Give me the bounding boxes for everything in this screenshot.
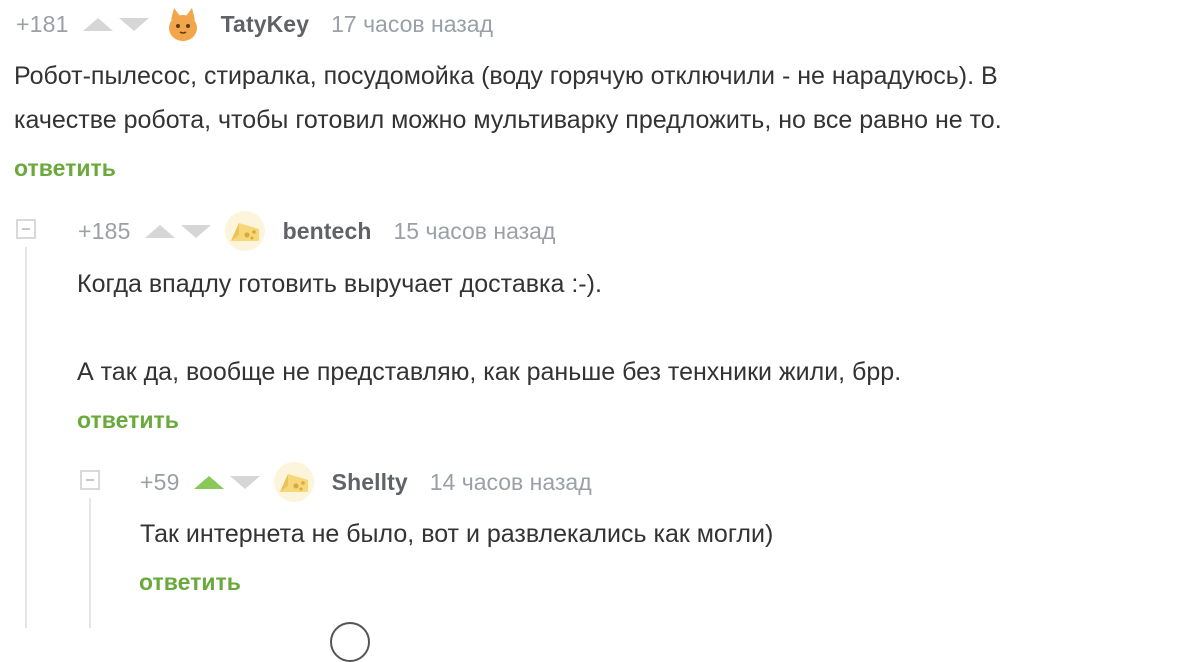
reply-button[interactable]: ответить — [14, 155, 116, 182]
comment-text-line: Так интернета не было, вот и развлекалис… — [140, 520, 774, 548]
comment-thread: +181 TatyKey 17 часов назад Робот-пылесо… — [0, 0, 1200, 662]
username[interactable]: bentech — [283, 218, 372, 245]
comment-rating: +59 — [140, 468, 180, 495]
comment-header: +59 Shellty 14 часов назад — [140, 462, 592, 502]
username[interactable]: Shellty — [332, 469, 408, 496]
comment-text-line: А так да, вообще не представляю, как ран… — [77, 358, 902, 386]
comment-rating: +181 — [16, 10, 69, 37]
next-comment-avatar-icon[interactable] — [330, 622, 370, 662]
downvote-icon[interactable] — [229, 475, 260, 489]
cheese-avatar-icon[interactable] — [224, 211, 265, 251]
comment-text: Робот-пылесос, стиралка, посудомойка (во… — [14, 54, 1002, 142]
collapse-icon[interactable] — [16, 219, 36, 239]
comment-rating: +185 — [78, 217, 131, 244]
comment-header: +185 bentech 15 часов назад — [78, 211, 555, 251]
comment-text-line: Когда впадлу готовить выручает доставка … — [77, 270, 602, 298]
downvote-icon[interactable] — [180, 224, 211, 238]
cat-avatar-icon[interactable] — [162, 4, 203, 44]
thread-branch-line[interactable] — [25, 247, 27, 628]
username[interactable]: TatyKey — [221, 11, 309, 38]
comment-text: Когда впадлу готовить выручает доставка … — [77, 262, 901, 394]
downvote-icon[interactable] — [118, 17, 149, 31]
cheese-avatar-icon[interactable] — [273, 462, 314, 502]
thread-branch-line[interactable] — [89, 498, 91, 628]
comment-text: Так интернета не было, вот и развлекалис… — [140, 512, 773, 556]
comment-time[interactable]: 15 часов назад — [394, 218, 556, 245]
upvote-icon[interactable] — [82, 17, 113, 31]
comment-header: +181 TatyKey 17 часов назад — [16, 4, 493, 44]
comment-text-line: качестве робота, чтобы готовил можно мул… — [14, 106, 1002, 134]
upvote-icon[interactable] — [193, 475, 224, 489]
reply-button[interactable]: ответить — [77, 407, 179, 434]
comment-text-line: Робот-пылесос, стиралка, посудомойка (во… — [14, 62, 998, 90]
comment-text-line — [77, 306, 901, 350]
collapse-icon[interactable] — [80, 470, 100, 490]
reply-button[interactable]: ответить — [139, 569, 241, 596]
upvote-icon[interactable] — [144, 224, 175, 238]
comment-time[interactable]: 14 часов назад — [430, 469, 592, 496]
comment-time[interactable]: 17 часов назад — [331, 11, 493, 38]
